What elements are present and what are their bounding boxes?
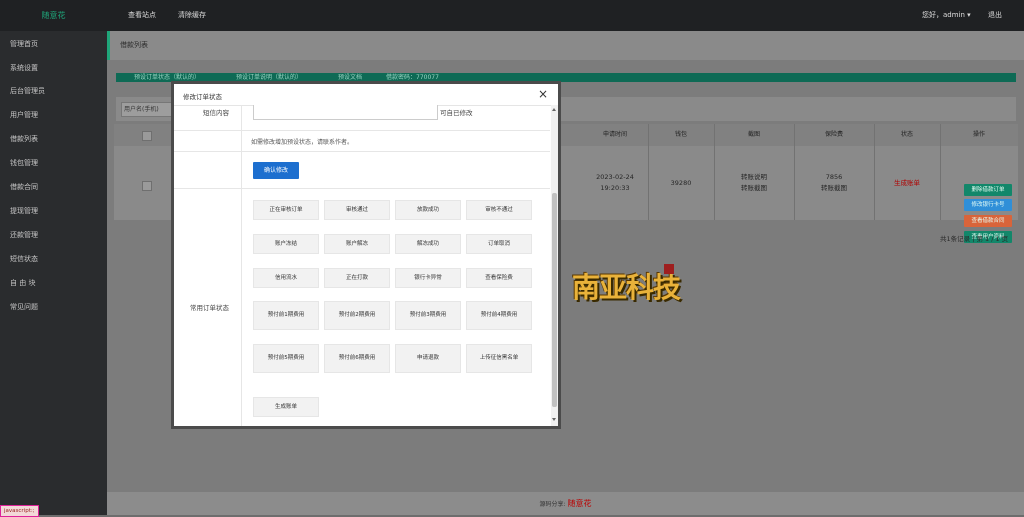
status-option[interactable]: 预付前4期费用	[466, 301, 532, 330]
row-checkbox[interactable]	[142, 181, 152, 191]
header-wallet: 钱包	[648, 124, 714, 146]
label-divider	[241, 105, 242, 426]
view-site-link[interactable]: 查看站点	[128, 0, 156, 31]
sidebar-item-contracts[interactable]: 借款合同	[10, 181, 38, 193]
sms-editable-note: 可自已修改	[440, 109, 473, 117]
footer: 源码分享: 随意花	[107, 492, 1024, 515]
cell-wallet: 39280	[670, 178, 692, 187]
row-divider	[174, 130, 550, 131]
cell-screenshot: 转账说明 转账截图	[714, 146, 794, 220]
cell-insurance: 7856 转账截图	[794, 146, 874, 220]
status-option[interactable]: 银行卡异常	[395, 268, 461, 288]
seal-icon	[664, 264, 674, 274]
status-option[interactable]: 正在审核订单	[253, 200, 319, 220]
edit-bank-card-button[interactable]: 修改银行卡号	[964, 199, 1012, 211]
brand-watermark: 南亚科技	[572, 262, 684, 304]
status-option[interactable]: 审核不通过	[466, 200, 532, 220]
header-screenshot: 截图	[714, 124, 794, 146]
scroll-down-icon[interactable]	[552, 418, 556, 421]
insurance-screenshot-link[interactable]: 转账截图	[821, 183, 847, 194]
top-navigation-bar: 随意花 查看站点 清除缓存 您好，admin ▾ 退出	[0, 0, 1024, 31]
row-divider	[174, 188, 550, 189]
row-divider	[174, 151, 550, 152]
sidebar: 管理首页 系统设置 后台管理员 用户管理 借款列表 钱包管理 借款合同 提现管理…	[0, 31, 107, 515]
user-menu[interactable]: 您好，admin ▾	[922, 0, 971, 31]
sidebar-item-blocks[interactable]: 自 由 块	[10, 277, 35, 289]
status-option[interactable]: 预付前1期费用	[253, 301, 319, 330]
transfer-screenshot-link[interactable]: 转账截图	[741, 183, 767, 194]
modal-body: 短信内容 可自已修改 如需修改增加预设状态，请联系作者。 确认修改 常用订单状态…	[174, 105, 550, 426]
header-actions: 操作	[940, 124, 1018, 146]
modal-header: 修改订单状态 ×	[174, 84, 558, 106]
status-badge: 生成账单	[894, 178, 920, 187]
status-option[interactable]: 预付前3期费用	[395, 301, 461, 330]
modal-scrollbar[interactable]	[551, 105, 558, 426]
pagination-info: 共1条记录 | 第 1 / 1 页	[940, 235, 1009, 243]
sidebar-item-withdrawals[interactable]: 提现管理	[10, 205, 38, 217]
sidebar-item-admins[interactable]: 后台管理员	[10, 85, 45, 97]
sidebar-item-wallet[interactable]: 钱包管理	[10, 157, 38, 169]
sidebar-item-settings[interactable]: 系统设置	[10, 62, 38, 74]
select-all-checkbox[interactable]	[142, 131, 152, 141]
preset-hint-text: 如需修改增加预设状态，请联系作者。	[251, 139, 354, 146]
status-option[interactable]: 查看保险费	[466, 268, 532, 288]
browser-status-bar: javascript:;	[0, 505, 39, 517]
status-option[interactable]: 正在打款	[324, 268, 390, 288]
scroll-up-icon[interactable]	[552, 108, 556, 111]
status-option[interactable]: 解冻成功	[395, 234, 461, 254]
transfer-note-link[interactable]: 转账说明	[741, 172, 767, 183]
username-search-input[interactable]: 用户名(手机)	[121, 102, 173, 117]
header-apply-time: 申请时间	[582, 124, 648, 146]
clear-cache-link[interactable]: 清除缓存	[178, 0, 206, 31]
footer-brand: 随意花	[567, 499, 592, 508]
sidebar-item-loans[interactable]: 借款列表	[10, 133, 38, 145]
status-option[interactable]: 生成账单	[253, 397, 319, 417]
breadcrumb: 借款列表	[107, 31, 1024, 60]
status-option[interactable]: 审核通过	[324, 200, 390, 220]
status-option[interactable]: 账户冻结	[253, 234, 319, 254]
footer-prefix: 源码分享:	[539, 501, 566, 508]
sidebar-item-home[interactable]: 管理首页	[10, 38, 38, 50]
header-status: 状态	[874, 124, 940, 146]
status-option[interactable]: 订单取消	[466, 234, 532, 254]
status-option[interactable]: 放款成功	[395, 200, 461, 220]
status-option[interactable]: 上传征信黑名单	[466, 344, 532, 373]
page-title: 借款列表	[120, 41, 148, 49]
status-option[interactable]: 预付前2期费用	[324, 301, 390, 330]
close-icon[interactable]: ×	[538, 87, 548, 101]
status-option[interactable]: 信用流水	[253, 268, 319, 288]
view-contract-button[interactable]: 查看借款合同	[964, 215, 1012, 227]
edit-order-status-modal: 修改订单状态 × 短信内容 可自已修改 如需修改增加预设状态，请联系作者。 确认…	[171, 81, 561, 429]
column-divider	[940, 124, 941, 220]
sidebar-item-users[interactable]: 用户管理	[10, 109, 38, 121]
logout-link[interactable]: 退出	[988, 0, 1002, 31]
status-option[interactable]: 预付前5期费用	[253, 344, 319, 373]
insurance-amount: 7856	[825, 173, 843, 181]
confirm-button[interactable]: 确认修改	[253, 162, 299, 179]
status-option[interactable]: 申请退款	[395, 344, 461, 373]
sidebar-item-repayments[interactable]: 还款管理	[10, 229, 38, 241]
status-option[interactable]: 预付前6期费用	[324, 344, 390, 373]
sidebar-item-faq[interactable]: 常见问题	[10, 301, 38, 313]
sms-content-input[interactable]	[253, 105, 438, 120]
delete-loan-button[interactable]: 删除借款订单	[964, 184, 1012, 196]
apply-date: 2023-02-24	[596, 173, 634, 181]
apply-time: 19:20:33	[600, 184, 630, 192]
common-status-label: 常用订单状态	[190, 304, 229, 312]
app-logo[interactable]: 随意花	[0, 0, 107, 31]
sms-content-label: 短信内容	[203, 109, 229, 117]
sidebar-item-sms[interactable]: 短信状态	[10, 253, 38, 265]
status-option[interactable]: 账户解冻	[324, 234, 390, 254]
modal-title: 修改订单状态	[183, 93, 222, 101]
scroll-thumb[interactable]	[552, 193, 557, 407]
cell-apply-time: 2023-02-24 19:20:33	[582, 146, 648, 220]
header-insurance: 保险费	[794, 124, 874, 146]
